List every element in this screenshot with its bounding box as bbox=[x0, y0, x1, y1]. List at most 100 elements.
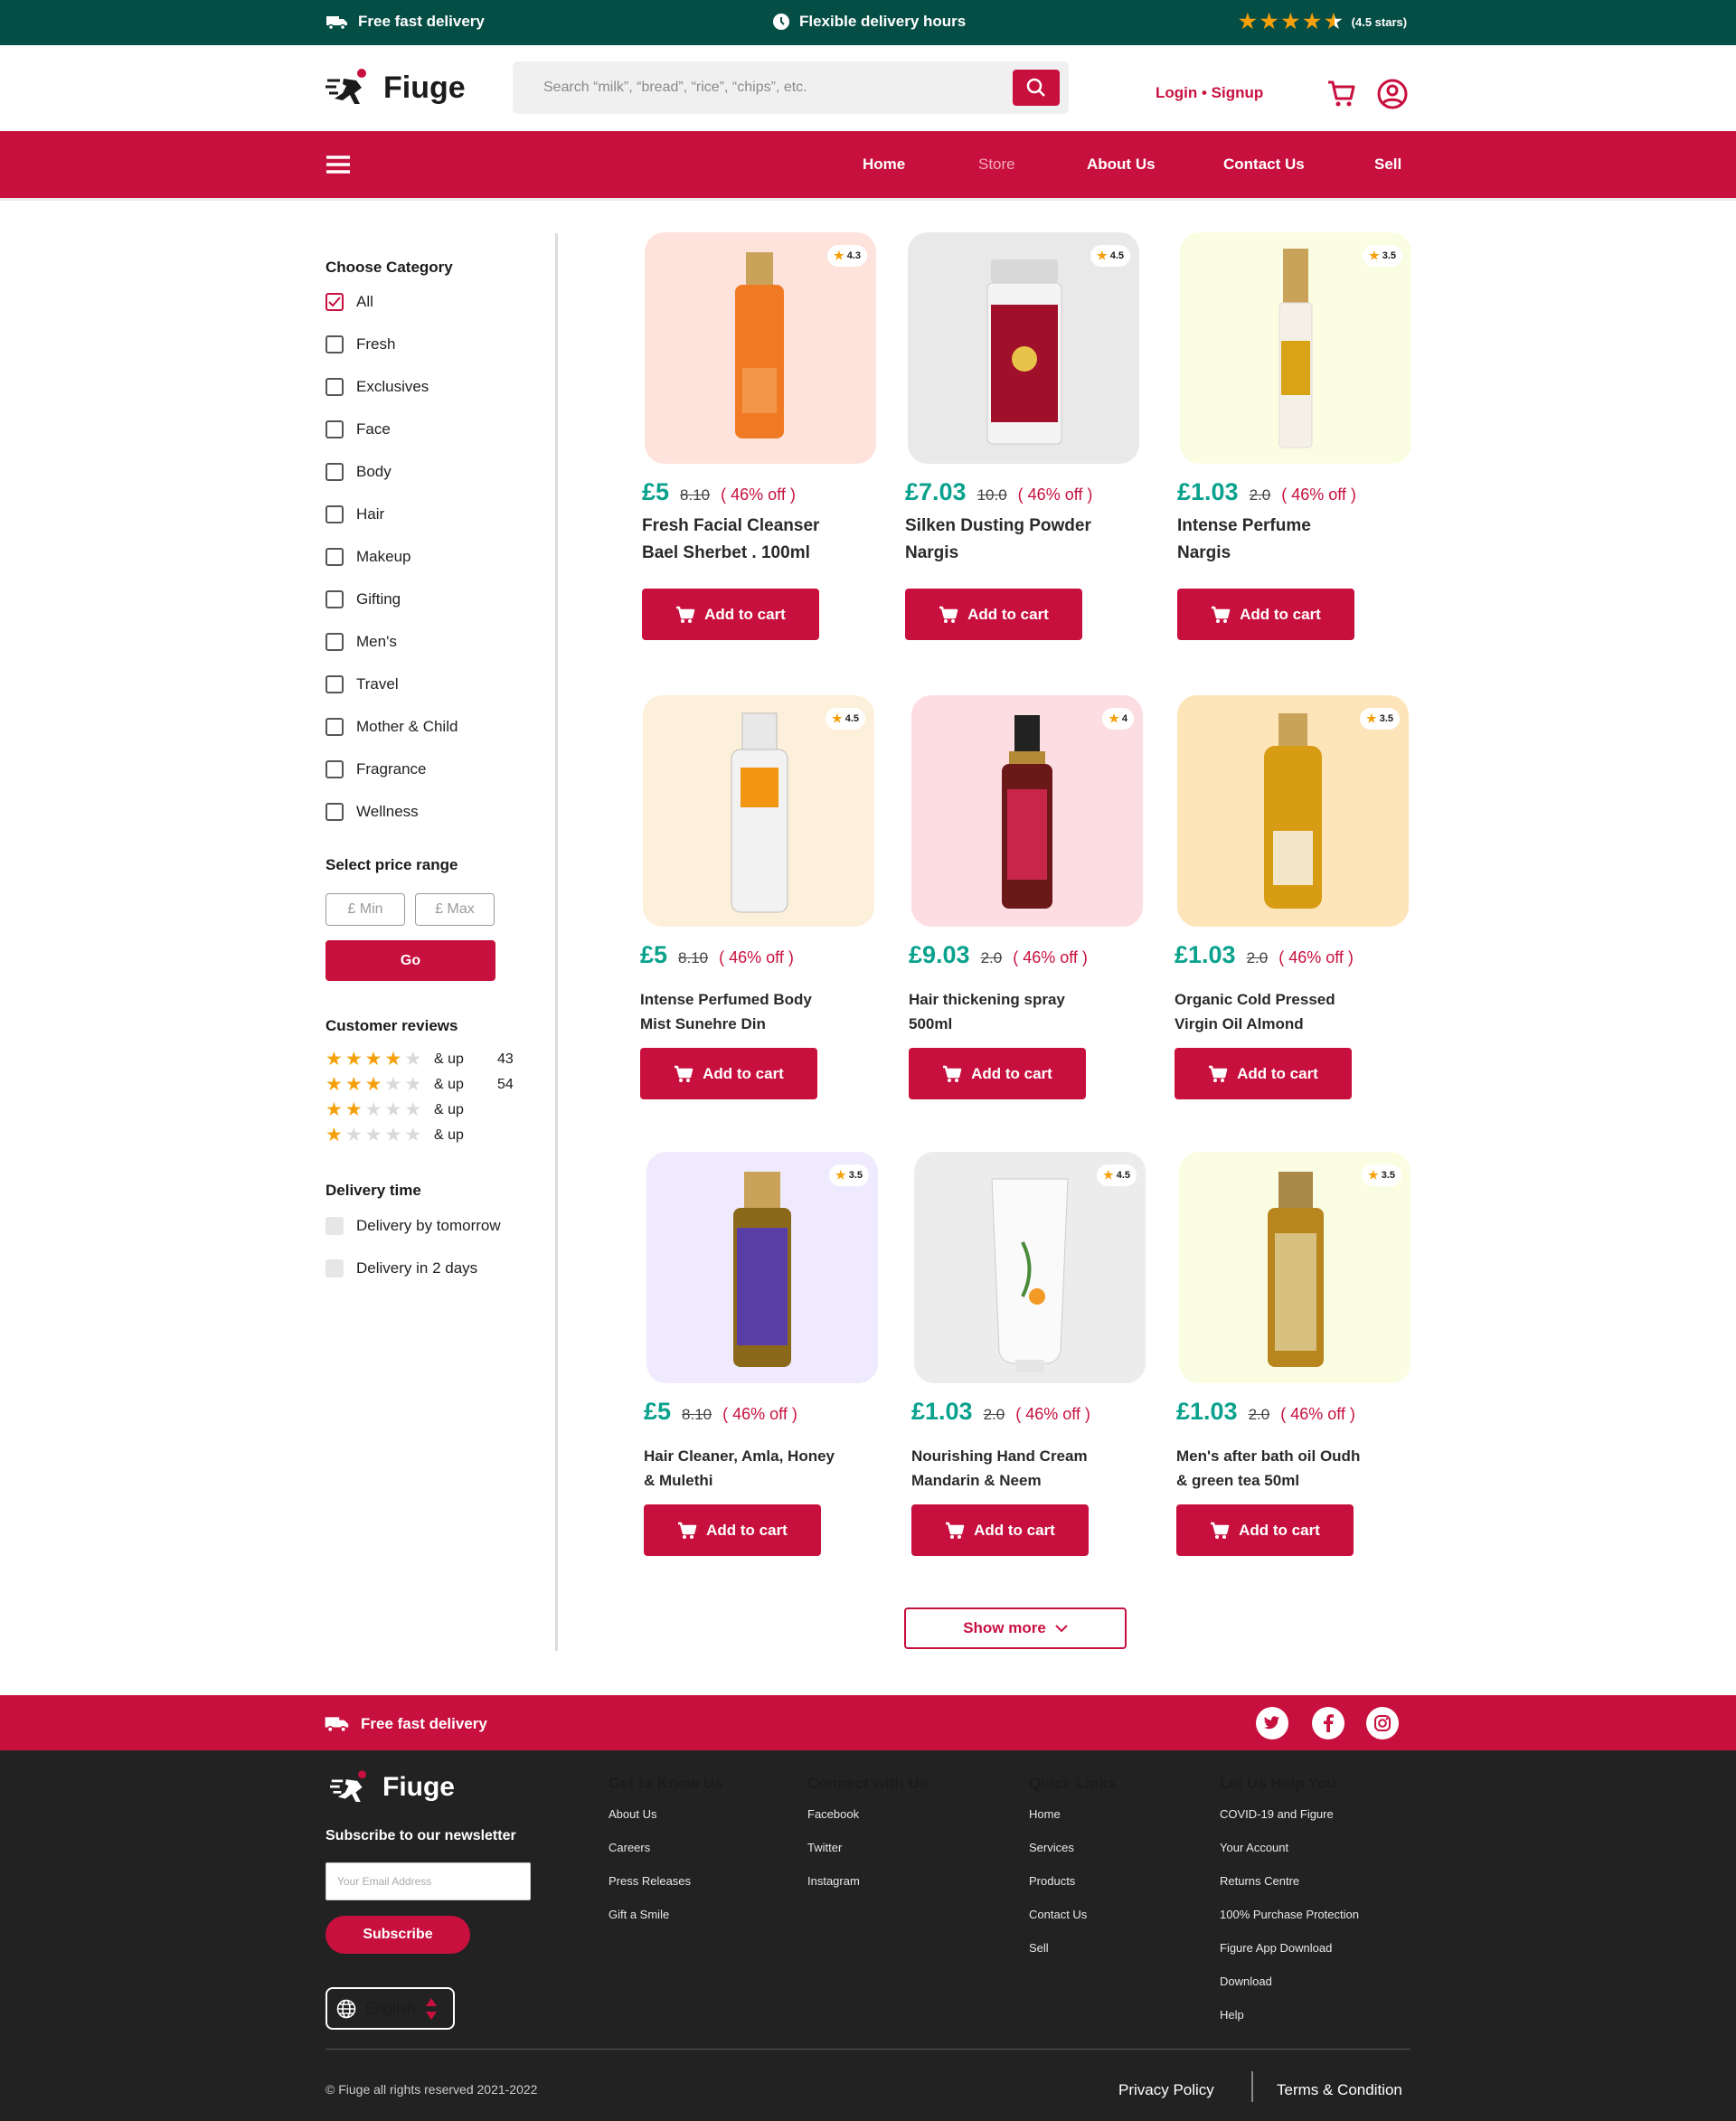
product-name[interactable]: Intense Perfumed Body Mist Sunehre Din bbox=[640, 987, 812, 1036]
add-to-cart-button[interactable]: Add to cart bbox=[640, 1048, 817, 1099]
category-option[interactable]: Men's bbox=[326, 633, 397, 651]
terms-link[interactable]: Terms & Condition bbox=[1277, 2081, 1402, 2099]
checkbox[interactable] bbox=[326, 293, 344, 311]
footer-link[interactable]: Returns Centre bbox=[1220, 1874, 1359, 1908]
footer-brand-logo[interactable]: Fiuge bbox=[330, 1769, 455, 1805]
checkbox[interactable] bbox=[326, 1217, 344, 1235]
cart-icon[interactable] bbox=[1326, 80, 1357, 108]
nav-sell[interactable]: Sell bbox=[1374, 156, 1401, 174]
product-image[interactable] bbox=[911, 695, 1143, 927]
add-to-cart-button[interactable]: Add to cart bbox=[1175, 1048, 1352, 1099]
add-to-cart-button[interactable]: Add to cart bbox=[642, 589, 819, 640]
footer-link[interactable]: About Us bbox=[609, 1807, 723, 1841]
checkbox[interactable] bbox=[326, 505, 344, 523]
footer-link[interactable]: Instagram bbox=[807, 1874, 928, 1908]
footer-link[interactable]: Home bbox=[1029, 1807, 1116, 1841]
add-to-cart-button[interactable]: Add to cart bbox=[644, 1504, 821, 1556]
nav-store[interactable]: Store bbox=[978, 156, 1015, 174]
footer-link[interactable]: Figure App Download bbox=[1220, 1941, 1359, 1975]
category-option[interactable]: Fragrance bbox=[326, 760, 426, 778]
product-name[interactable]: Nourishing Hand Cream Mandarin & Neem bbox=[911, 1444, 1088, 1493]
add-to-cart-button[interactable]: Add to cart bbox=[1177, 589, 1354, 640]
product-name[interactable]: Fresh Facial Cleanser Bael Sherbet . 100m… bbox=[642, 513, 819, 567]
review-filter-row[interactable]: ★ ★ ★ ★ ★ & up bbox=[326, 1126, 497, 1145]
add-to-cart-button[interactable]: Add to cart bbox=[911, 1504, 1089, 1556]
checkbox[interactable] bbox=[326, 718, 344, 736]
delivery-2days-option[interactable]: Delivery in 2 days bbox=[326, 1259, 477, 1277]
checkbox[interactable] bbox=[326, 803, 344, 821]
product-name[interactable]: Silken Dusting Powder Nargis bbox=[905, 513, 1091, 567]
brand-logo[interactable]: Fiuge bbox=[326, 68, 466, 108]
product-image[interactable] bbox=[645, 232, 876, 464]
add-to-cart-button[interactable]: Add to cart bbox=[905, 589, 1082, 640]
search-input[interactable] bbox=[513, 61, 1001, 114]
footer-link[interactable]: Services bbox=[1029, 1841, 1116, 1874]
checkbox[interactable] bbox=[326, 1259, 344, 1277]
footer-link[interactable]: COVID-19 and Figure bbox=[1220, 1807, 1359, 1841]
footer-link[interactable]: Facebook bbox=[807, 1807, 928, 1841]
product-image[interactable] bbox=[908, 232, 1139, 464]
checkbox[interactable] bbox=[326, 760, 344, 778]
category-option[interactable]: Hair bbox=[326, 505, 384, 523]
product-name[interactable]: Men's after bath oil Oudh & green tea 50m… bbox=[1176, 1444, 1360, 1493]
product-image[interactable] bbox=[646, 1152, 878, 1383]
footer-link[interactable]: Press Releases bbox=[609, 1874, 723, 1908]
privacy-policy-link[interactable]: Privacy Policy bbox=[1118, 2081, 1214, 2099]
checkbox[interactable] bbox=[326, 335, 344, 354]
checkbox[interactable] bbox=[326, 463, 344, 481]
search-button[interactable] bbox=[1013, 70, 1060, 106]
footer-link[interactable]: Gift a Smile bbox=[609, 1908, 723, 1941]
category-option[interactable]: Gifting bbox=[326, 590, 401, 608]
instagram-icon[interactable] bbox=[1366, 1707, 1399, 1739]
category-option[interactable]: Wellness bbox=[326, 803, 419, 821]
footer-link[interactable]: Twitter bbox=[807, 1841, 928, 1874]
footer-link[interactable]: Careers bbox=[609, 1841, 723, 1874]
footer-link[interactable]: 100% Purchase Protection bbox=[1220, 1908, 1359, 1941]
add-to-cart-button[interactable]: Add to cart bbox=[1176, 1504, 1354, 1556]
nav-contact[interactable]: Contact Us bbox=[1223, 156, 1305, 174]
footer-link[interactable]: Download bbox=[1220, 1975, 1359, 2008]
footer-link[interactable]: Products bbox=[1029, 1874, 1116, 1908]
category-option[interactable]: Fresh bbox=[326, 335, 395, 354]
product-name[interactable]: Hair thickening spray 500ml bbox=[909, 987, 1065, 1036]
product-name[interactable]: Hair Cleaner, Amla, Honey & Mulethi bbox=[644, 1444, 835, 1493]
checkbox[interactable] bbox=[326, 420, 344, 438]
product-image[interactable] bbox=[1179, 1152, 1410, 1383]
add-to-cart-button[interactable]: Add to cart bbox=[909, 1048, 1086, 1099]
product-image[interactable] bbox=[1177, 695, 1409, 927]
delivery-tomorrow-option[interactable]: Delivery by tomorrow bbox=[326, 1217, 501, 1235]
footer-link[interactable]: Help bbox=[1220, 2008, 1359, 2041]
product-image[interactable] bbox=[914, 1152, 1146, 1383]
nav-home[interactable]: Home bbox=[863, 156, 905, 174]
footer-link[interactable]: Contact Us bbox=[1029, 1908, 1116, 1941]
category-option[interactable]: Face bbox=[326, 420, 391, 438]
checkbox[interactable] bbox=[326, 633, 344, 651]
product-image[interactable] bbox=[1180, 232, 1411, 464]
checkbox[interactable] bbox=[326, 378, 344, 396]
min-price-input[interactable]: £ Min bbox=[326, 893, 405, 926]
review-filter-row[interactable]: ★ ★ ★ ★ ★ & up 43 bbox=[326, 1050, 514, 1069]
go-button[interactable]: Go bbox=[326, 940, 495, 981]
review-filter-row[interactable]: ★ ★ ★ ★ ★ & up 54 bbox=[326, 1075, 514, 1094]
footer-link[interactable]: Your Account bbox=[1220, 1841, 1359, 1874]
account-icon[interactable] bbox=[1376, 78, 1409, 110]
category-option[interactable]: All bbox=[326, 293, 373, 311]
category-option[interactable]: Makeup bbox=[326, 548, 410, 566]
category-option[interactable]: Exclusives bbox=[326, 378, 429, 396]
nav-about[interactable]: About Us bbox=[1087, 156, 1156, 174]
login-signup-link[interactable]: Login • Signup bbox=[1156, 84, 1263, 102]
newsletter-email-input[interactable]: Your Email Address bbox=[326, 1862, 531, 1900]
show-more-button[interactable]: Show more bbox=[904, 1607, 1127, 1649]
product-name[interactable]: Intense Perfume Nargis bbox=[1177, 513, 1311, 567]
category-option[interactable]: Travel bbox=[326, 675, 399, 693]
language-selector[interactable]: English bbox=[326, 1987, 455, 2030]
checkbox[interactable] bbox=[326, 548, 344, 566]
facebook-icon[interactable] bbox=[1312, 1707, 1344, 1739]
product-name[interactable]: Organic Cold Pressed Virgin Oil Almond bbox=[1175, 987, 1335, 1036]
category-option[interactable]: Body bbox=[326, 463, 392, 481]
twitter-icon[interactable] bbox=[1256, 1707, 1288, 1739]
product-image[interactable] bbox=[643, 695, 874, 927]
checkbox[interactable] bbox=[326, 675, 344, 693]
max-price-input[interactable]: £ Max bbox=[415, 893, 495, 926]
checkbox[interactable] bbox=[326, 590, 344, 608]
